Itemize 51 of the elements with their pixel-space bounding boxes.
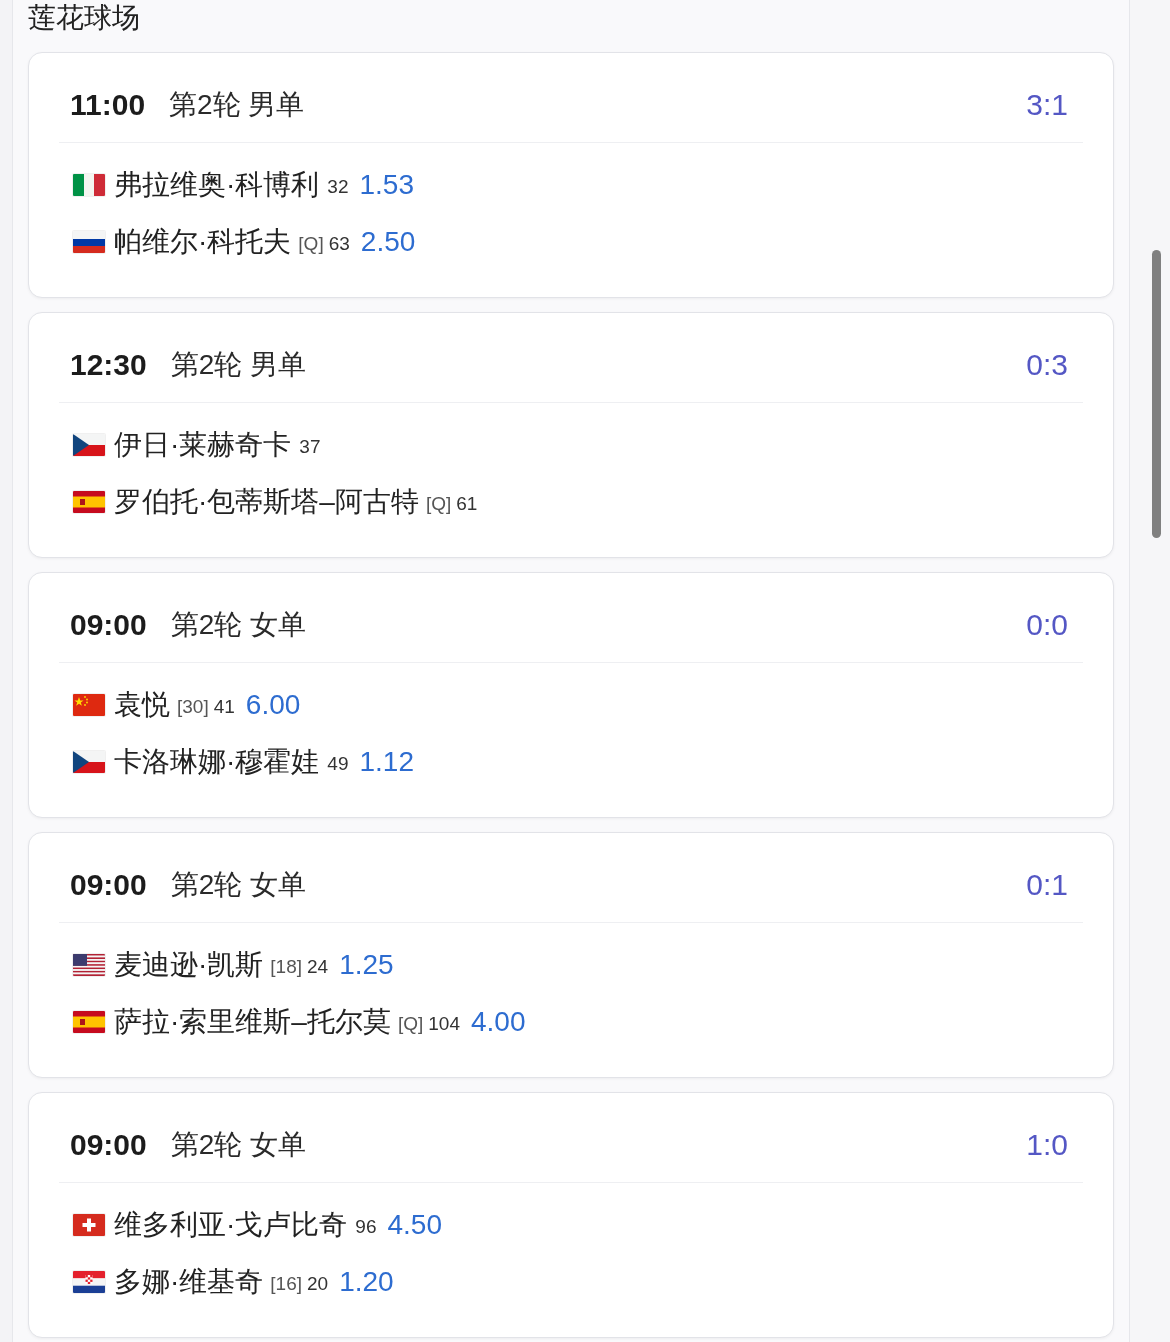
player-odds: 4.50: [387, 1207, 442, 1242]
player-odds: 6.00: [245, 687, 301, 722]
round-label: 第2轮 男单: [170, 347, 307, 382]
player-rank: 41: [213, 694, 235, 719]
player-name: 维多利亚·戈卢比奇: [114, 1207, 348, 1242]
player-seed: [Q]: [397, 1011, 424, 1036]
player-seed: [30]: [177, 694, 209, 719]
match-score: 3:1: [1026, 86, 1068, 123]
round-label: 第2轮 男单: [169, 87, 305, 122]
match-score: 0:0: [1026, 606, 1068, 643]
match-time: 09:00: [70, 606, 147, 643]
match-score: 0:1: [1026, 866, 1068, 903]
match-time: 11:00: [70, 86, 146, 123]
player-name: 罗伯托·包蒂斯塔–阿古特: [114, 484, 419, 519]
player-seed: [18]: [270, 954, 303, 979]
venue-title: 莲花球场: [28, 2, 141, 34]
match-score: 0:3: [1026, 346, 1068, 383]
player-name: 萨拉·索里维斯–托尔莫: [114, 1004, 391, 1039]
player-odds: 1.20: [339, 1264, 394, 1299]
player-odds: 2.50: [360, 224, 416, 259]
round-label: 第2轮 女单: [170, 1127, 307, 1162]
player-name: 帕维尔·科托夫: [114, 224, 292, 259]
player-rank: 24: [307, 954, 329, 979]
player-seed: [16]: [270, 1271, 303, 1296]
player-rank: 49: [327, 751, 349, 776]
player-rank: 63: [328, 231, 350, 256]
player-odds: 1.53: [359, 167, 414, 202]
player-name: 伊日·莱赫奇卡: [114, 427, 292, 462]
player-seed: [Q]: [425, 491, 452, 516]
player-name: 麦迪逊·凯斯: [114, 947, 264, 982]
match-time: 09:00: [70, 1126, 147, 1163]
player-rank: 61: [456, 491, 478, 516]
player-odds: 4.00: [470, 1004, 526, 1039]
player-name: 弗拉维奥·科博利: [114, 167, 320, 202]
round-label: 第2轮 女单: [170, 607, 307, 642]
match-time: 09:00: [70, 866, 147, 903]
player-rank: 20: [307, 1271, 329, 1296]
player-rank: 37: [299, 434, 321, 459]
match-time: 12:30: [70, 346, 147, 383]
round-label: 第2轮 女单: [170, 867, 307, 902]
player-name: 多娜·维基奇: [114, 1264, 264, 1299]
player-rank: 96: [355, 1214, 377, 1239]
player-rank: 32: [327, 174, 349, 199]
player-name: 袁悦: [114, 687, 170, 722]
player-name: 卡洛琳娜·穆霍娃: [114, 744, 320, 779]
scrollbar-thumb[interactable]: [1152, 250, 1161, 538]
player-seed: [Q]: [298, 231, 324, 256]
player-rank: 104: [428, 1011, 460, 1036]
player-odds: 1.12: [359, 744, 414, 779]
match-score: 1:0: [1026, 1126, 1068, 1163]
player-odds: 1.25: [339, 947, 394, 982]
